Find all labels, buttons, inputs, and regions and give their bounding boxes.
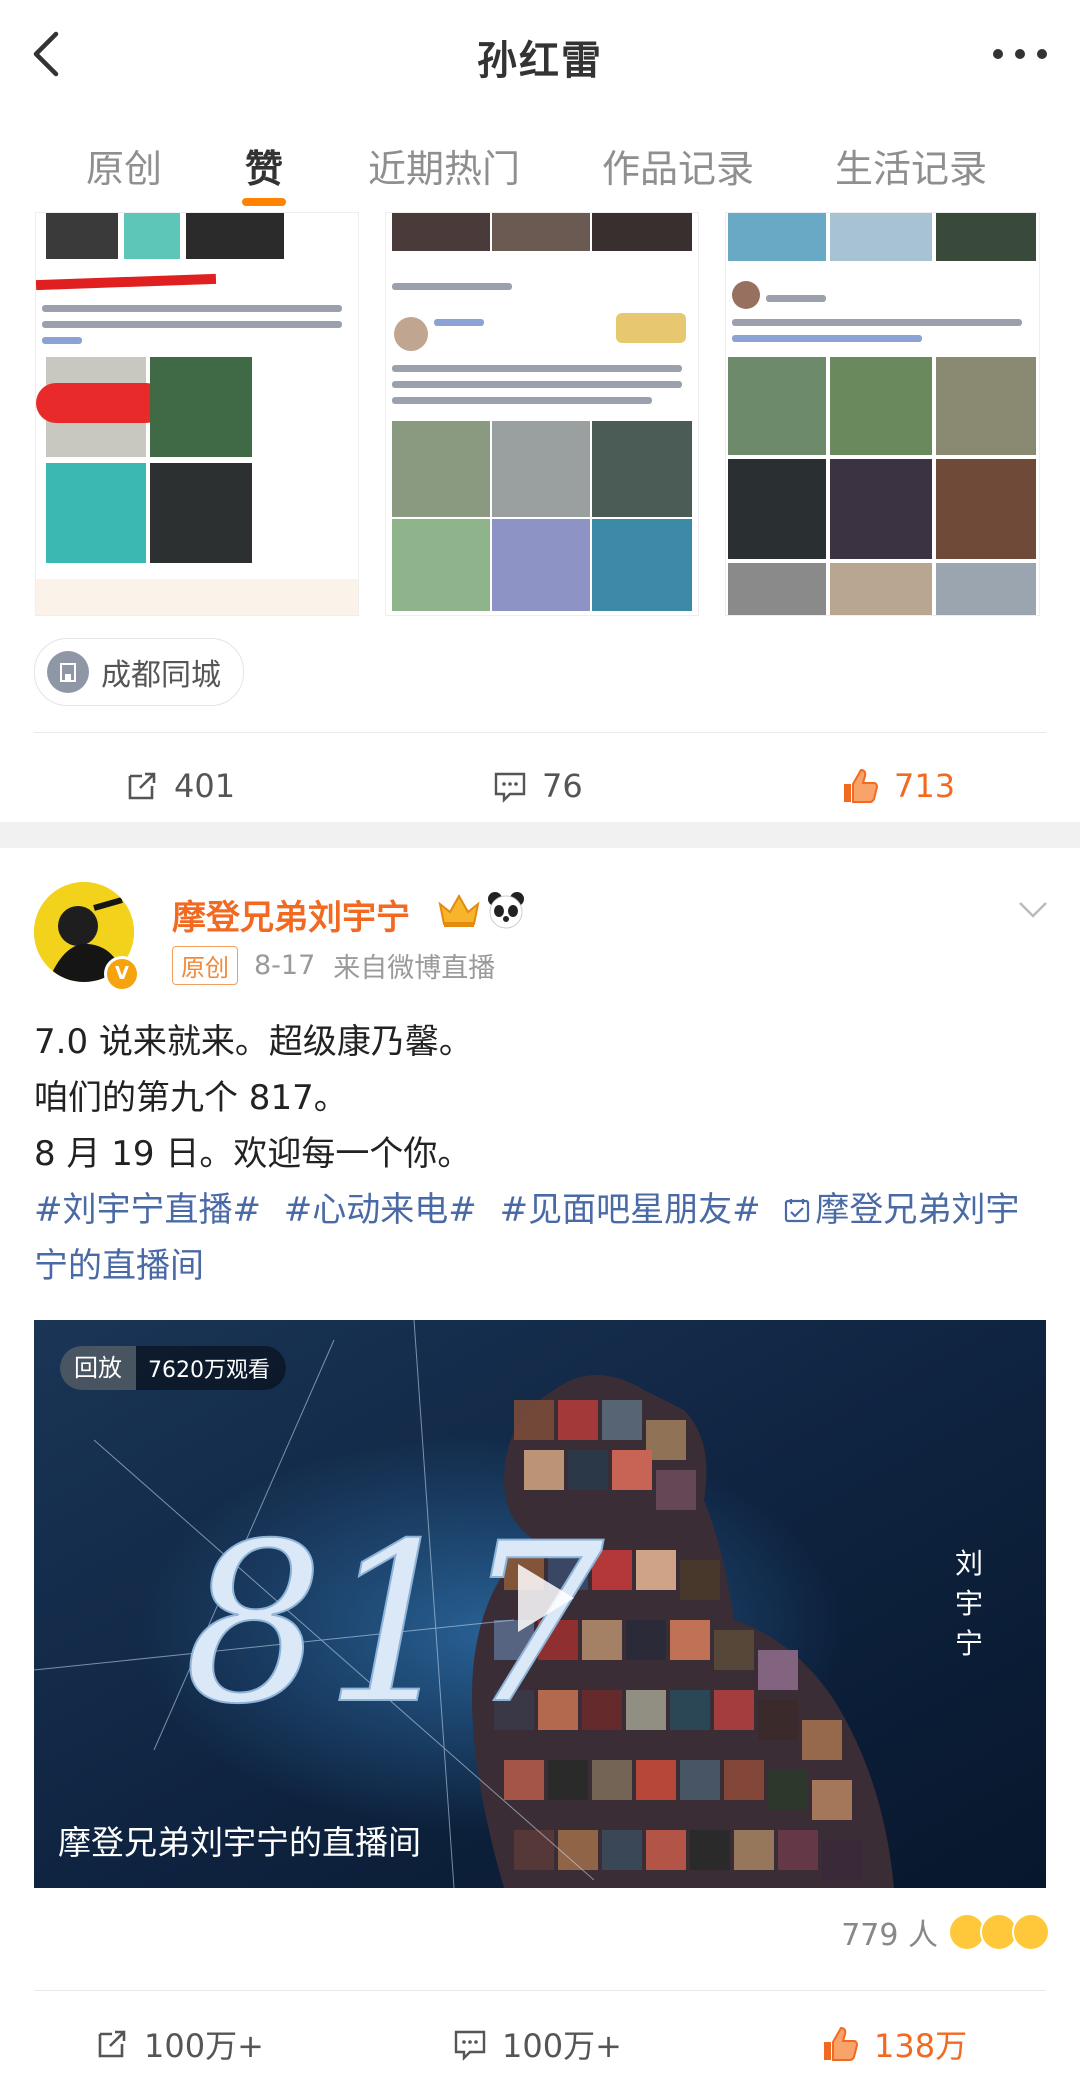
username[interactable]: 摩登兄弟刘宇宁 — [172, 890, 410, 939]
comment-count: 100万+ — [502, 2027, 622, 2065]
like-count: 713 — [894, 767, 956, 805]
post-image-1[interactable] — [35, 212, 359, 616]
like-count: 138万 — [874, 2027, 968, 2065]
repost-button[interactable]: 401 — [124, 756, 235, 816]
like-button[interactable]: 138万 — [820, 2014, 967, 2074]
location-building-icon — [47, 651, 89, 693]
play-icon[interactable] — [510, 1558, 580, 1638]
repost-count: 401 — [174, 767, 236, 805]
comment-icon — [494, 772, 526, 803]
replay-tag: 回放 — [60, 1346, 136, 1390]
hashtag-row: #刘宇宁直播# #心动来电# #见面吧星朋友# 摩登兄弟刘宇宁的直播间 — [34, 1182, 1044, 1294]
tab-recent-hot[interactable]: 近期热门 — [368, 138, 520, 193]
thumbs-up-icon — [844, 768, 879, 803]
post-card-1: 成都同城 401 76 713 — [0, 208, 1080, 822]
reaction-count: 779 人 — [841, 1918, 938, 1953]
divider — [34, 1990, 1046, 1991]
post-line: 8 月 19 日。欢迎每一个你。 — [34, 1134, 472, 1174]
chevron-down-icon[interactable] — [1018, 900, 1048, 920]
tab-original[interactable]: 原创 — [86, 138, 162, 193]
post-body: 7.0 说来就来。超级康乃馨。 咱们的第九个 817。 8 月 19 日。欢迎每… — [34, 1014, 1044, 1182]
video-side-name: 刘宇宁 — [954, 1547, 983, 1660]
video-stats-pill: 回放 7620万观看 — [60, 1346, 286, 1390]
repost-icon — [128, 772, 156, 800]
tab-life[interactable]: 生活记录 — [835, 138, 987, 193]
hashtag-link[interactable]: #见面吧星朋友# — [500, 1190, 761, 1230]
tab-works[interactable]: 作品记录 — [602, 138, 754, 193]
repost-button[interactable]: 100万+ — [94, 2014, 264, 2074]
repost-count: 100万+ — [144, 2027, 264, 2065]
location-label: 成都同城 — [101, 658, 221, 693]
location-tag[interactable]: 成都同城 — [34, 638, 244, 706]
thumbs-up-icon — [824, 2026, 859, 2061]
video-caption: 摩登兄弟刘宇宁的直播间 — [58, 1823, 421, 1862]
hashtag-link[interactable]: #刘宇宁直播# — [34, 1190, 261, 1230]
active-tab-indicator — [242, 198, 286, 206]
top-nav-bar: 孙红雷 — [0, 0, 1080, 111]
tab-likes[interactable]: 赞 — [245, 138, 283, 193]
checkbox-icon — [785, 1199, 810, 1223]
reaction-summary[interactable]: 779 人 — [841, 1910, 1050, 1954]
page-title: 孙红雷 — [477, 38, 603, 84]
comment-count: 76 — [542, 767, 583, 805]
post-line: 咱们的第九个 817。 — [34, 1078, 348, 1118]
more-options-icon[interactable] — [988, 36, 1052, 72]
profile-tabs: 原创 赞 近期热门 作品记录 生活记录 — [0, 110, 1080, 208]
post-meta: 原创 8-17 来自微博直播 — [172, 946, 495, 985]
post-card-2: V 摩登兄弟刘宇宁 原创 8-17 来自微博直播 7.0 说来就来。超级康乃馨。… — [0, 848, 1080, 2091]
original-badge: 原创 — [172, 946, 238, 985]
weibo-profile-page: 孙红雷 原创 赞 近期热门 作品记录 生活记录 成都同城 401 76 713 … — [0, 0, 1080, 2091]
post-date: 8-17 — [254, 950, 316, 981]
like-button[interactable]: 713 — [840, 756, 955, 816]
post-source: 来自微博直播 — [333, 953, 496, 984]
comment-button[interactable]: 100万+ — [452, 2014, 622, 2074]
verified-badge-icon: V — [104, 956, 140, 992]
hashtag-link[interactable]: #心动来电# — [284, 1190, 477, 1230]
smile-emoji-icon — [1012, 1913, 1050, 1951]
reaction-emojis — [948, 1913, 1050, 1951]
post-image-3[interactable] — [725, 212, 1040, 616]
crown-icon — [438, 893, 480, 927]
post-image-2[interactable] — [385, 212, 699, 616]
view-count: 7620万观看 — [148, 1358, 270, 1383]
divider — [34, 732, 1046, 733]
comment-button[interactable]: 76 — [492, 756, 583, 816]
repost-icon — [98, 2030, 126, 2058]
post-line: 7.0 说来就来。超级康乃馨。 — [34, 1022, 473, 1062]
comment-icon — [454, 2030, 486, 2061]
panda-icon — [488, 892, 524, 929]
video-player[interactable]: 817 回放 7620万观看 刘宇宁 摩登兄弟刘宇宁的直播间 — [34, 1320, 1046, 1888]
